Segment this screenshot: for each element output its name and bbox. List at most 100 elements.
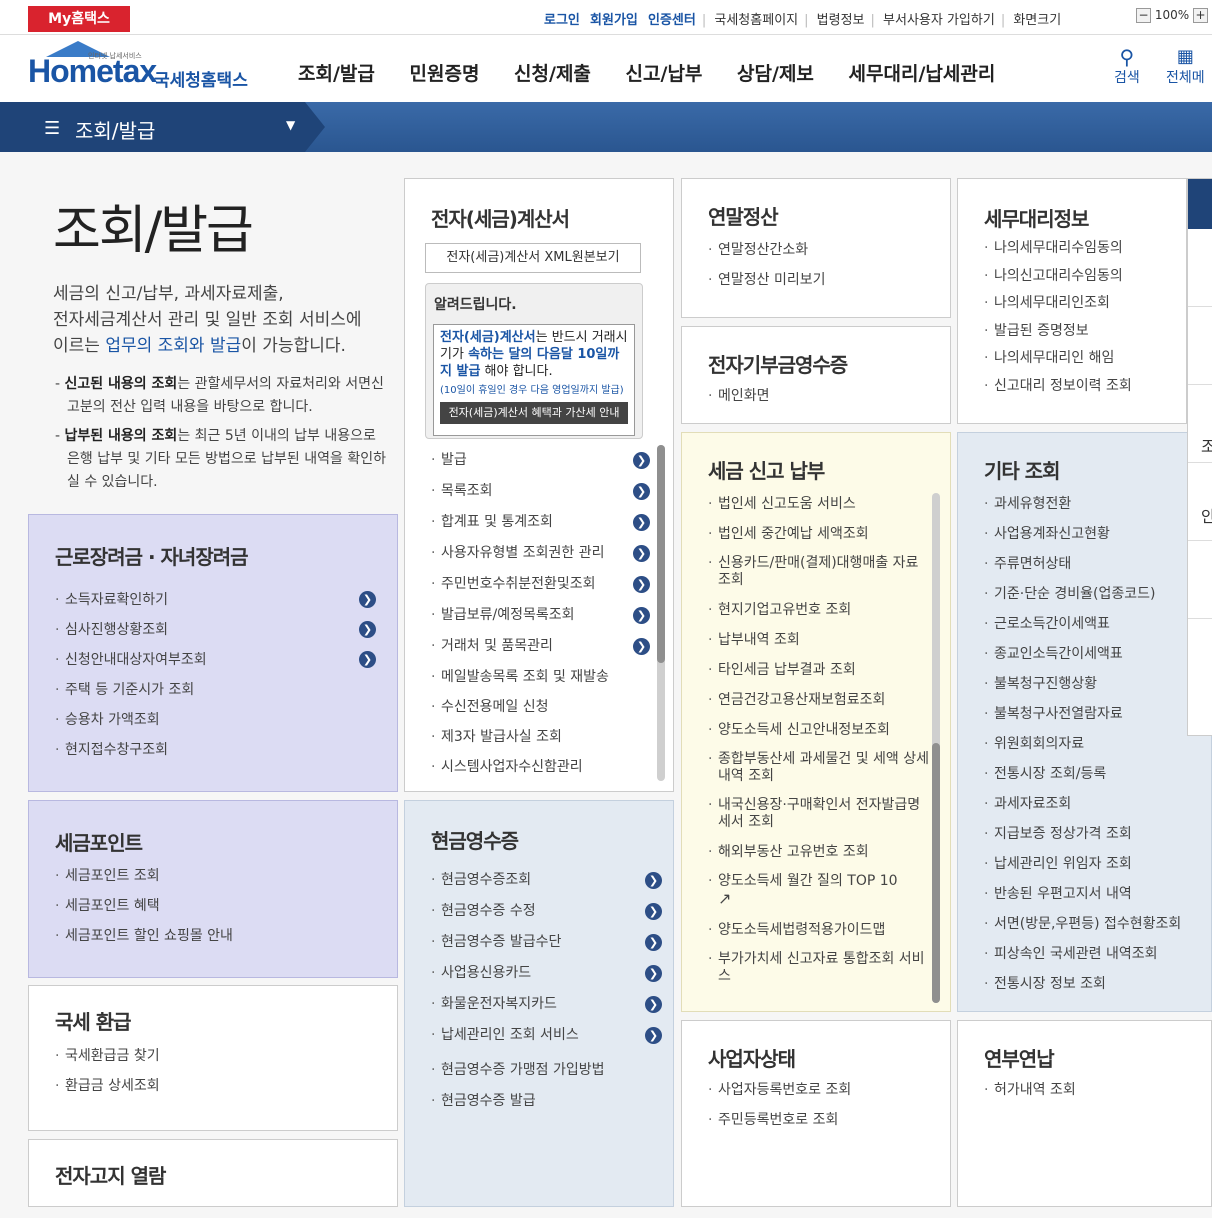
list-item[interactable]: 기준·단순 경비율(업종코드): [984, 579, 1181, 609]
list-item[interactable]: 법인세 중간예납 세액조회: [708, 519, 930, 549]
dept-signup-link[interactable]: 부서사용자 가입하기: [883, 9, 995, 28]
arrow-right-icon[interactable]: ❯: [633, 576, 650, 593]
list-item[interactable]: 신청안내대상자여부조회❯: [55, 645, 376, 675]
search-button[interactable]: ⚲ 검색: [1114, 47, 1140, 87]
list-item[interactable]: 수신전용메일 신청: [431, 692, 661, 722]
list-item[interactable]: 심사진행상황조회❯: [55, 615, 376, 645]
arrow-right-icon[interactable]: ❯: [645, 1027, 662, 1044]
list-item[interactable]: 발급보류/예정목록조회❯: [431, 600, 661, 631]
scrollbar-thumb[interactable]: [932, 743, 940, 1003]
login-link[interactable]: 로그인: [544, 9, 580, 28]
list-item[interactable]: 납세관리인 조회 서비스❯: [431, 1020, 671, 1051]
nav-tax-agent[interactable]: 세무대리/납세관리: [849, 63, 996, 85]
list-item[interactable]: 법인세 신고도움 서비스: [708, 489, 930, 519]
list-item[interactable]: 발급❯: [431, 445, 661, 476]
list-item[interactable]: 납세관리인 위임자 조회: [984, 849, 1181, 879]
list-item[interactable]: 양도소득세 월간 질의 TOP 10↗: [708, 867, 930, 915]
list-item[interactable]: 과세유형전환: [984, 489, 1181, 519]
all-menu-button[interactable]: ▦ 전체메: [1166, 47, 1205, 87]
nts-homepage-link[interactable]: 국세청홈페이지: [714, 9, 798, 28]
list-item[interactable]: 불복청구진행상황: [984, 669, 1181, 699]
list-item[interactable]: 주류면허상태: [984, 549, 1181, 579]
list-item[interactable]: 거래처 및 품목관리❯: [431, 631, 661, 662]
penalty-guide-button[interactable]: 전자(세금)계산서 혜택과 가산세 안내: [440, 402, 628, 424]
zoom-in-button[interactable]: +: [1192, 8, 1208, 23]
list-item[interactable]: 전통시장 조회/등록: [984, 759, 1181, 789]
list-item[interactable]: 현금영수증 수정❯: [431, 896, 671, 927]
list-item[interactable]: 지급보증 정상가격 조회: [984, 819, 1181, 849]
list-item[interactable]: 나의신고대리수임동의: [984, 263, 1132, 291]
arrow-right-icon[interactable]: ❯: [359, 621, 376, 638]
list-item[interactable]: 피상속인 국세관련 내역조회: [984, 939, 1181, 969]
list-item[interactable]: 현금영수증조회❯: [431, 865, 671, 896]
nav-certificate[interactable]: 민원증명: [410, 63, 480, 85]
list-item[interactable]: 연말정산간소화: [708, 235, 826, 265]
list-item[interactable]: 합계표 및 통계조회❯: [431, 507, 661, 538]
list-item[interactable]: 현금영수증 발급수단❯: [431, 927, 671, 958]
list-item[interactable]: 내국신용장·구매확인서 전자발급명세서 조회: [708, 791, 930, 837]
list-item[interactable]: 서면(방문,우편등) 접수현황조회: [984, 909, 1181, 939]
nav-apply[interactable]: 신청/제출: [514, 63, 591, 85]
quick-menu-item[interactable]: 조: [1188, 385, 1212, 463]
list-item[interactable]: 현금영수증 발급: [431, 1089, 671, 1113]
list-item[interactable]: 근로소득간이세액표: [984, 609, 1181, 639]
external-link-icon[interactable]: ↗: [718, 889, 731, 908]
quick-menu-item[interactable]: 안: [1188, 463, 1212, 541]
list-item[interactable]: 발급된 증명정보: [984, 318, 1132, 346]
list-item[interactable]: 주민등록번호로 조회: [708, 1105, 851, 1135]
xml-view-button[interactable]: 전자(세금)계산서 XML원본보기: [425, 243, 641, 273]
list-item[interactable]: 나의세무대리인조회: [984, 290, 1132, 318]
list-item[interactable]: 사업자등록번호로 조회: [708, 1075, 851, 1105]
list-item[interactable]: 세금포인트 조회: [55, 861, 233, 891]
list-item[interactable]: 종합부동산세 과세물건 및 세액 상세내역 조회: [708, 745, 930, 791]
list-item[interactable]: 세금포인트 할인 쇼핑몰 안내: [55, 921, 233, 951]
list-item[interactable]: 메일발송목록 조회 및 재발송: [431, 662, 661, 692]
list-item[interactable]: 허가내역 조회: [984, 1075, 1076, 1105]
list-item[interactable]: 양도소득세법령적용가이드맵: [708, 915, 930, 945]
arrow-right-icon[interactable]: ❯: [645, 872, 662, 889]
list-item[interactable]: 위원회회의자료: [984, 729, 1181, 759]
list-item[interactable]: 현금영수증 가맹점 가입방법: [431, 1051, 671, 1089]
arrow-right-icon[interactable]: ❯: [633, 452, 650, 469]
list-item[interactable]: 소득자료확인하기❯: [55, 585, 376, 615]
list-item[interactable]: 연말정산 미리보기: [708, 265, 826, 295]
nav-report-pay[interactable]: 신고/납부: [626, 63, 703, 85]
list-item[interactable]: 세금포인트 혜택: [55, 891, 233, 921]
list-item[interactable]: 현지접수창구조회: [55, 735, 375, 765]
zoom-out-button[interactable]: −: [1136, 8, 1151, 23]
list-item[interactable]: 사용자유형별 조회권한 관리❯: [431, 538, 661, 569]
list-item[interactable]: 납부내역 조회: [708, 625, 930, 655]
scrollbar[interactable]: [657, 445, 665, 781]
arrow-right-icon[interactable]: ❯: [359, 591, 376, 608]
my-hometax-button[interactable]: My홈택스: [28, 6, 130, 32]
list-item[interactable]: 환급금 상세조회: [55, 1071, 160, 1101]
list-item[interactable]: 국세환급금 찾기: [55, 1041, 160, 1071]
list-item[interactable]: 현지기업고유번호 조회: [708, 595, 930, 625]
list-item[interactable]: 반송된 우편고지서 내역: [984, 879, 1181, 909]
cert-center-link[interactable]: 인증센터: [648, 9, 696, 28]
list-item[interactable]: 신고대리 정보이력 조회: [984, 373, 1132, 401]
list-item[interactable]: 신용카드/판매(결제)대행매출 자료조회: [708, 549, 930, 595]
nav-consult[interactable]: 상담/제보: [737, 63, 814, 85]
nav-inquiry[interactable]: 조회/발급: [298, 63, 375, 85]
list-item[interactable]: 양도소득세 신고안내정보조회: [708, 715, 930, 745]
list-item[interactable]: 전통시장 정보 조회: [984, 969, 1181, 999]
arrow-right-icon[interactable]: ❯: [359, 651, 376, 668]
quick-menu-item[interactable]: [1188, 307, 1212, 385]
arrow-right-icon[interactable]: ❯: [645, 996, 662, 1013]
arrow-right-icon[interactable]: ❯: [633, 545, 650, 562]
list-item[interactable]: 메인화면: [708, 381, 770, 411]
quick-menu-item[interactable]: [1188, 229, 1212, 307]
list-item[interactable]: 부가가치세 신고자료 통합조회 서비스: [708, 945, 930, 991]
list-item[interactable]: 타인세금 납부결과 조회: [708, 655, 930, 685]
scrollbar-thumb[interactable]: [657, 445, 665, 663]
scrollbar[interactable]: [932, 493, 940, 1003]
list-item[interactable]: 화물운전자복지카드❯: [431, 989, 671, 1020]
list-item[interactable]: 사업용신용카드❯: [431, 958, 671, 989]
list-item[interactable]: 해외부동산 고유번호 조회: [708, 837, 930, 867]
arrow-right-icon[interactable]: ❯: [633, 638, 650, 655]
signup-link[interactable]: 회원가입: [590, 9, 638, 28]
list-item[interactable]: 과세자료조회: [984, 789, 1181, 819]
e-notice-box[interactable]: 전자고지 열람: [28, 1139, 398, 1207]
hometax-logo[interactable]: 인터넷 납세서비스 Hometax 국세청홈택스: [28, 41, 258, 97]
